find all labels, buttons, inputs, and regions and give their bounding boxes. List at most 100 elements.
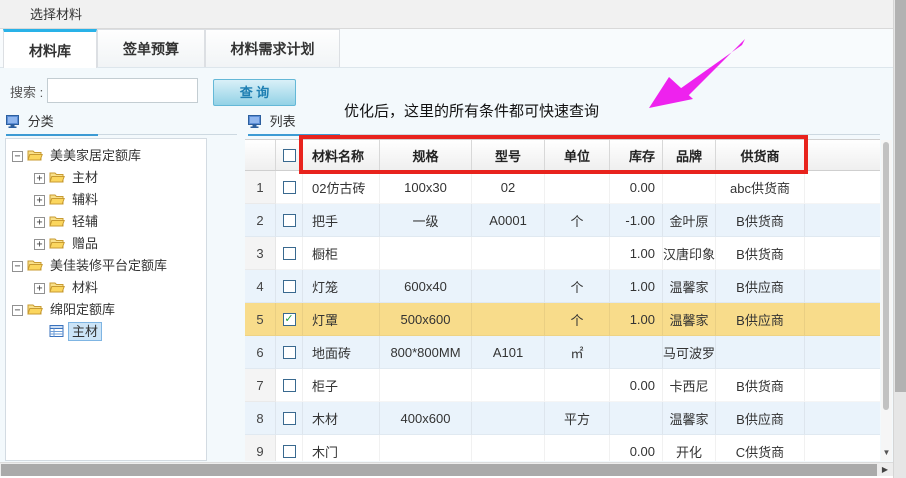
tree-node[interactable]: + 辅料 (6, 189, 206, 211)
cell-spec (380, 237, 472, 270)
column-header-model[interactable]: 型号 (472, 140, 545, 170)
tree-node-label[interactable]: 美佳装修平台定额库 (47, 257, 170, 274)
table-row[interactable]: 6地面砖800*800MMA101㎡马可波罗 (245, 336, 880, 369)
cell-stock: 0.00 (610, 435, 663, 461)
cell-checkbox: ✓ (276, 303, 303, 336)
row-checkbox[interactable] (283, 379, 296, 392)
table-vertical-scrollbar[interactable]: ▼ (881, 140, 892, 461)
tab-order-budget[interactable]: 签单预算 (97, 29, 205, 67)
tree-plus-expander-icon[interactable]: + (34, 239, 45, 250)
query-button[interactable]: 查 询 (213, 79, 296, 106)
table-icon (49, 323, 64, 345)
folder-icon (49, 169, 65, 191)
cell-stock: -1.00 (610, 204, 663, 237)
window-vertical-scrollbar[interactable] (893, 0, 906, 478)
tree-node[interactable]: 主材 (6, 321, 206, 343)
tree-node[interactable]: + 轻辅 (6, 211, 206, 233)
row-checkbox-checked[interactable]: ✓ (283, 313, 296, 326)
column-header-supplier[interactable]: 供货商 (716, 140, 805, 170)
tree-node-label[interactable]: 材料 (69, 279, 101, 296)
cell-model: 02 (472, 171, 545, 204)
header-checkbox-cell (276, 140, 303, 170)
cell-model (472, 402, 545, 435)
cell-material-name: 灯笼 (303, 270, 380, 303)
cell-unit: 个 (545, 270, 610, 303)
cell-row-number: 2 (245, 204, 276, 237)
tree-node[interactable]: + 赠品 (6, 233, 206, 255)
tree-node-label[interactable]: 绵阳定额库 (47, 301, 118, 318)
folder-icon (27, 301, 43, 323)
folder-icon (49, 279, 65, 301)
tree-node-label[interactable]: 主材 (68, 322, 102, 341)
cell-unit (545, 171, 610, 204)
row-checkbox[interactable] (283, 346, 296, 359)
column-header-unit[interactable]: 单位 (545, 140, 610, 170)
cell-model: A101 (472, 336, 545, 369)
column-header-stock[interactable]: 库存 (610, 140, 663, 170)
table-row[interactable]: 102仿古砖100x30020.00abc供货商 (245, 171, 880, 204)
tree-plus-expander-icon[interactable]: + (34, 217, 45, 228)
tree-node[interactable]: − 绵阳定额库 (6, 299, 206, 321)
cell-unit: ㎡ (545, 336, 610, 369)
tree-node[interactable]: + 材料 (6, 277, 206, 299)
cell-material-name: 地面砖 (303, 336, 380, 369)
cell-checkbox (276, 336, 303, 369)
cell-checkbox (276, 402, 303, 435)
tree-node-label[interactable]: 辅料 (69, 191, 101, 208)
tree-node-label[interactable]: 轻辅 (69, 213, 101, 230)
list-header-underline (248, 134, 340, 136)
table-row[interactable]: 7柜子0.00卡西尼B供货商 (245, 369, 880, 402)
folder-icon (49, 213, 65, 235)
dialog-titlebar: 选择材料 (0, 0, 906, 29)
cell-checkbox (276, 204, 303, 237)
tree-node-label[interactable]: 赠品 (69, 235, 101, 252)
cell-row-number: 1 (245, 171, 276, 204)
window-vertical-scrollbar-thumb[interactable] (895, 0, 906, 392)
table-row[interactable]: 3橱柜1.00汉唐印象B供货商 (245, 237, 880, 270)
tree-plus-expander-icon[interactable]: + (34, 195, 45, 206)
tree-node[interactable]: − 美美家居定额库 (6, 145, 206, 167)
table-vertical-scrollbar-thumb[interactable] (883, 142, 889, 410)
search-input[interactable] (47, 78, 198, 103)
column-header-material-name[interactable]: 材料名称 (303, 140, 380, 170)
cell-model (472, 369, 545, 402)
row-checkbox[interactable] (283, 445, 296, 458)
tree-plus-expander-icon[interactable]: + (34, 283, 45, 294)
horizontal-scrollbar[interactable]: ▶ (0, 462, 893, 476)
cell-supplier: C供货商 (716, 435, 805, 461)
row-checkbox[interactable] (283, 214, 296, 227)
row-checkbox[interactable] (283, 247, 296, 260)
table-row[interactable]: 8木材400x600平方温馨家B供应商 (245, 402, 880, 435)
table-row[interactable]: 4灯笼600x40个1.00温馨家B供应商 (245, 270, 880, 303)
select-all-checkbox[interactable] (283, 149, 296, 162)
cell-spec (380, 369, 472, 402)
cell-checkbox (276, 270, 303, 303)
tab-material-demand-plan[interactable]: 材料需求计划 (205, 29, 340, 67)
cell-brand: 金叶原 (663, 204, 716, 237)
cell-stock: 1.00 (610, 237, 663, 270)
monitor-icon (6, 115, 20, 131)
row-checkbox[interactable] (283, 181, 296, 194)
tree-node-label[interactable]: 美美家居定额库 (47, 147, 144, 164)
tree-minus-expander-icon[interactable]: − (12, 151, 23, 162)
header-row-number (245, 140, 276, 170)
horizontal-scrollbar-thumb[interactable] (1, 464, 877, 476)
table-row[interactable]: 2把手一级A0001个-1.00金叶原B供货商 (245, 204, 880, 237)
cell-supplier: B供应商 (716, 270, 805, 303)
tree-plus-expander-icon[interactable]: + (34, 173, 45, 184)
column-header-brand[interactable]: 品牌 (663, 140, 716, 170)
tree-node[interactable]: + 主材 (6, 167, 206, 189)
row-checkbox[interactable] (283, 280, 296, 293)
tab-material-library[interactable]: 材料库 (3, 29, 97, 68)
scroll-down-arrow-icon[interactable]: ▼ (881, 447, 892, 459)
column-header-spec[interactable]: 规格 (380, 140, 472, 170)
table-row[interactable]: 9木门0.00开化C供货商 (245, 435, 880, 461)
tree-node-label[interactable]: 主材 (69, 169, 101, 186)
scroll-right-arrow-icon[interactable]: ▶ (879, 463, 891, 476)
tree-node[interactable]: − 美佳装修平台定额库 (6, 255, 206, 277)
table-row[interactable]: 5✓灯罩500x600个1.00温馨家B供应商 (245, 303, 880, 336)
cell-row-number: 5 (245, 303, 276, 336)
row-checkbox[interactable] (283, 412, 296, 425)
tree-minus-expander-icon[interactable]: − (12, 305, 23, 316)
tree-minus-expander-icon[interactable]: − (12, 261, 23, 272)
